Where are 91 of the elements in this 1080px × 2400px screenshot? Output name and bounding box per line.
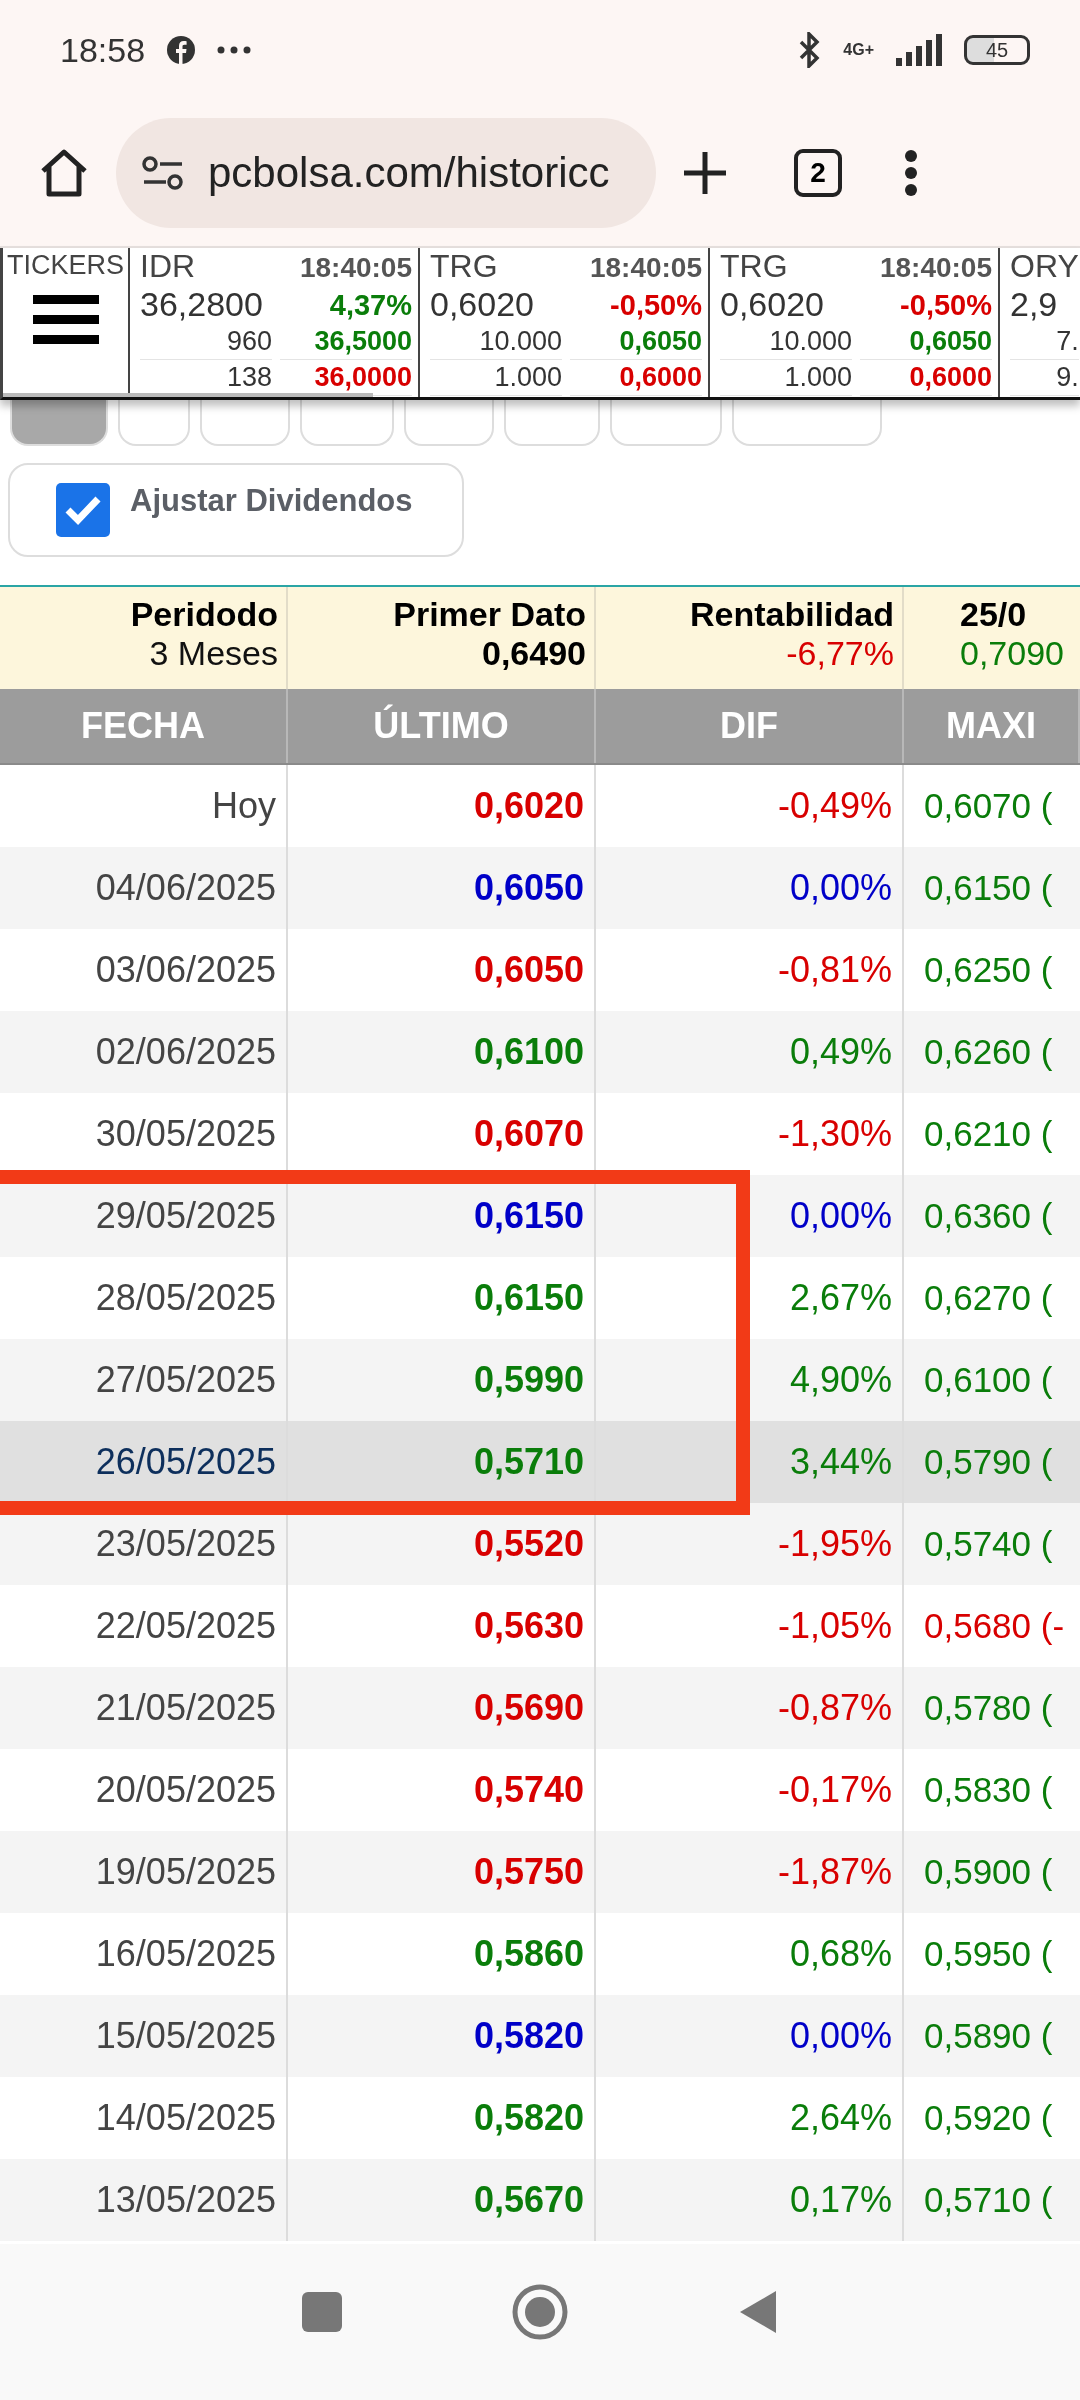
- ticker-symbol[interactable]: TRG: [720, 248, 852, 285]
- checkbox[interactable]: [56, 483, 110, 537]
- home-button-icon[interactable]: [512, 2284, 568, 2340]
- max-cell-text: 0,6360 (: [923, 1195, 1054, 1237]
- ticker-change: 4,37%: [328, 288, 412, 323]
- date-cell: 13/05/2025: [0, 2159, 288, 2241]
- bid-volume: 960: [140, 324, 272, 360]
- ticker-change: -0,50%: [609, 288, 702, 323]
- table-row[interactable]: 13/05/2025 0,5670 0,17% 0,5710 (: [0, 2159, 1080, 2241]
- max-cell-text: 0,5740 (: [923, 1523, 1054, 1565]
- check-icon: [64, 495, 102, 525]
- summary-label: Peridodo: [130, 595, 278, 634]
- period-button[interactable]: [10, 400, 108, 446]
- signal-icon: [896, 34, 942, 66]
- summary-label: 25/0: [960, 595, 1027, 634]
- summary-label: Rentabilidad: [689, 595, 894, 634]
- table-row[interactable]: 27/05/2025 0,5990 4,90% 0,6100 (: [0, 1339, 1080, 1421]
- table-row[interactable]: 02/06/2025 0,6100 0,49% 0,6260 (: [0, 1011, 1080, 1093]
- ticker-price: 0,6020: [430, 285, 535, 324]
- dif-cell: 0,17%: [596, 2159, 904, 2241]
- table-row[interactable]: 26/05/2025 0,5710 3,44% 0,5790 (: [0, 1421, 1080, 1503]
- max-cell-text: 0,6270 (: [923, 1277, 1054, 1319]
- bid-price: 36,5000: [280, 324, 412, 360]
- menu-icon[interactable]: [32, 295, 99, 345]
- max-cell-text: 0,5780 (: [923, 1687, 1054, 1729]
- ticker-price: 0,6020: [720, 285, 825, 324]
- max-cell-text: 0,5950 (: [923, 1933, 1054, 1975]
- table-row[interactable]: 15/05/2025 0,5820 0,00% 0,5890 (: [0, 1995, 1080, 2077]
- max-cell-text: 0,6210 (: [923, 1113, 1054, 1155]
- tickers-label: TICKERS: [7, 250, 124, 281]
- date-cell: 26/05/2025: [0, 1421, 288, 1503]
- facebook-icon: [167, 36, 196, 64]
- max-cell-text: 0,6150 (: [923, 867, 1054, 909]
- url-bar[interactable]: pcbolsa.com/historicc: [116, 118, 656, 228]
- table-row[interactable]: 29/05/2025 0,6150 0,00% 0,6360 (: [0, 1175, 1080, 1257]
- bid-price: 0,6050: [570, 324, 702, 360]
- ticker-time: 18:40:05: [588, 251, 702, 285]
- summary-label: Primer Dato: [393, 595, 586, 634]
- adjust-dividends-checkbox[interactable]: Ajustar Dividendos: [8, 463, 464, 557]
- bid-price: 0,6050: [860, 324, 992, 360]
- battery-indicator: 45: [964, 35, 1030, 65]
- max-cell-text: 0,5680 (-: [923, 1605, 1066, 1647]
- summary-value: 0,6490: [482, 634, 586, 673]
- summary-value: 3 Meses: [149, 634, 278, 673]
- bluetooth-icon: [797, 32, 822, 68]
- table-row[interactable]: 04/06/2025 0,6050 0,00% 0,6150 (: [0, 847, 1080, 929]
- date-cell: 30/05/2025: [0, 1093, 288, 1175]
- summary-value: -6,77%: [786, 634, 894, 673]
- table-row[interactable]: 21/05/2025 0,5690 -0,87% 0,5780 (: [0, 1667, 1080, 1749]
- plus-icon[interactable]: [682, 150, 728, 196]
- more-icon: [217, 46, 252, 54]
- ticker-symbol[interactable]: TRG: [430, 248, 562, 285]
- bid-volume: 7.: [1010, 324, 1079, 360]
- last-cell: 0,5670: [288, 2159, 596, 2241]
- bid-volume: 10.000: [720, 324, 852, 360]
- ask-volume: 1.000: [720, 360, 852, 396]
- url-text: pcbolsa.com/historicc: [208, 149, 610, 197]
- summary-value: 0,7090: [960, 634, 1064, 673]
- max-cell-text: 0,5890 (: [923, 2015, 1054, 2057]
- max-cell-text: 0,6070 (: [923, 785, 1054, 827]
- ask-volume: 9.: [1010, 360, 1079, 396]
- ticker-symbol[interactable]: ORY: [1010, 248, 1079, 285]
- table-row[interactable]: 23/05/2025 0,5520 -1,95% 0,5740 (: [0, 1503, 1080, 1585]
- ticker-time: 18:40:05: [878, 251, 992, 285]
- max-cell-text: 0,5790 (: [923, 1441, 1054, 1483]
- status-time: 18:58: [60, 30, 146, 70]
- ticker-symbol[interactable]: IDR: [140, 248, 272, 285]
- max-cell-text: 0,5900 (: [923, 1851, 1054, 1893]
- max-cell-text: 0,5920 (: [923, 2097, 1054, 2139]
- ticker-time: 18:40:05: [298, 251, 412, 285]
- tab-count-button[interactable]: 2: [794, 149, 842, 197]
- ask-price: 0,6000: [860, 360, 992, 396]
- max-cell-text: 0,5830 (: [923, 1769, 1054, 1811]
- max-cell-text: 0,6260 (: [923, 1031, 1054, 1073]
- max-cell-text: 0,6100 (: [923, 1359, 1054, 1401]
- table-row[interactable]: 19/05/2025 0,5750 -1,87% 0,5900 (: [0, 1831, 1080, 1913]
- last-cell: 0,6070: [288, 1093, 596, 1175]
- ask-volume: 1.000: [430, 360, 562, 396]
- bid-volume: 10.000: [430, 324, 562, 360]
- ticker-price: 36,2800: [140, 285, 264, 324]
- max-cell-text: 0,6250 (: [923, 949, 1054, 991]
- ask-price: 0,6000: [570, 360, 702, 396]
- ticker-change: -0,50%: [899, 288, 992, 323]
- back-icon[interactable]: [738, 2289, 778, 2335]
- checkbox-label: Ajustar Dividendos: [130, 483, 413, 520]
- ticker-price: 2,9: [1010, 285, 1059, 324]
- menu-icon[interactable]: [904, 149, 918, 197]
- tune-icon: [142, 156, 184, 190]
- last-cell: 0,5710: [288, 1421, 596, 1503]
- max-cell-text: 0,5710 (: [923, 2179, 1054, 2221]
- network-type: 4G+: [843, 42, 874, 58]
